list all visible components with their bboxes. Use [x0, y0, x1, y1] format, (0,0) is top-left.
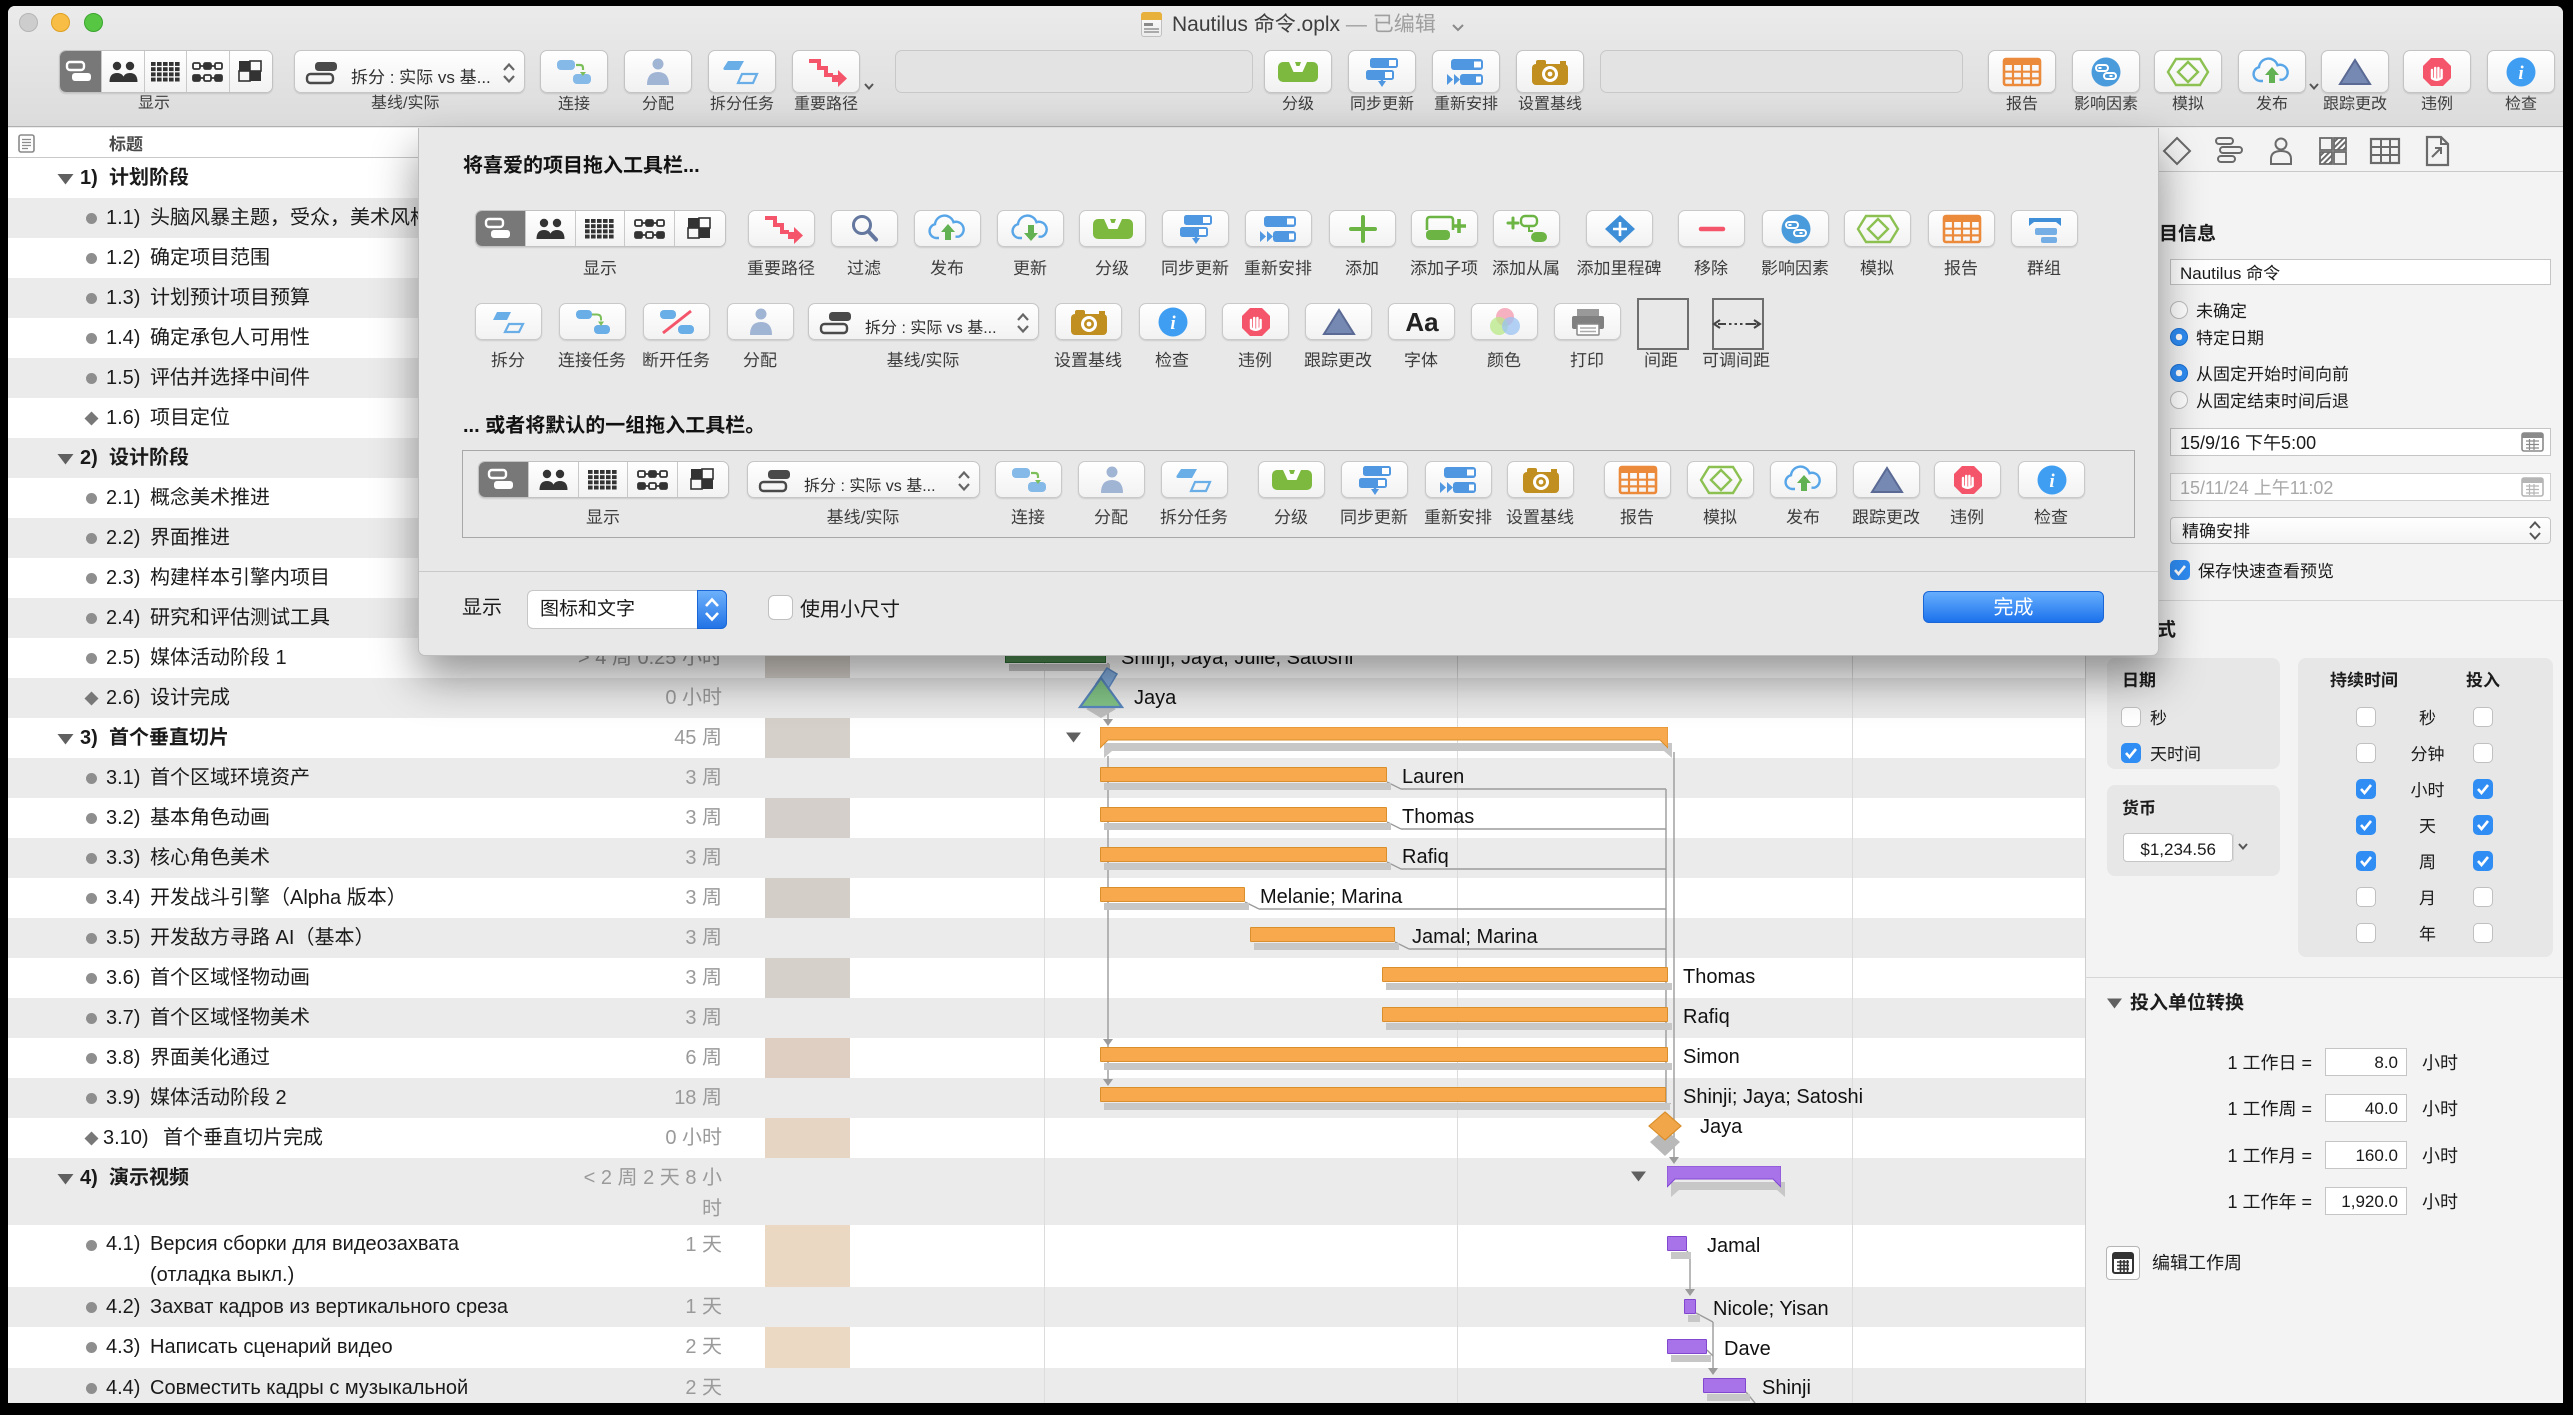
svg-text:i: i [2049, 471, 2055, 492]
svg-text:Aa: Aa [1405, 307, 1439, 337]
svg-text:i: i [1170, 313, 1176, 334]
